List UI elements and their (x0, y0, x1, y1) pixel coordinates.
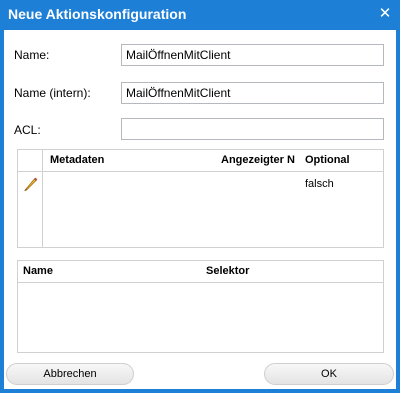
acl-input[interactable] (121, 118, 384, 140)
dialog-title: Neue Aktionskonfiguration (8, 6, 187, 22)
selector-grid-header: Name Selektor (18, 261, 383, 283)
column-header-name[interactable]: Name (23, 265, 193, 277)
dialog-body: Name: Name (intern): ACL: Metadaten Ange… (4, 30, 396, 359)
internal-name-input[interactable] (121, 82, 384, 104)
column-header-optional[interactable]: Optional (305, 154, 375, 166)
close-icon[interactable]: ✕ (376, 5, 394, 23)
acl-label: ACL: (14, 123, 41, 137)
dialog-window: Neue Aktionskonfiguration ✕ Name: Name (… (0, 0, 400, 393)
name-label: Name: (14, 48, 50, 62)
titlebar[interactable]: Neue Aktionskonfiguration ✕ (0, 0, 400, 30)
cancel-button[interactable]: Abbrechen (6, 363, 134, 385)
column-header-metadaten[interactable]: Metadaten (50, 154, 210, 166)
internal-name-label: Name (intern): (14, 86, 91, 100)
metadata-grid-header: Metadaten Angezeigter N Optional (18, 150, 383, 172)
name-input[interactable] (121, 44, 384, 66)
selector-grid: Name Selektor (17, 260, 384, 353)
column-header-selektor[interactable]: Selektor (206, 265, 376, 277)
ok-button[interactable]: OK (264, 363, 394, 385)
cell-optional: falsch (305, 178, 334, 190)
pencil-icon[interactable] (23, 176, 39, 192)
table-row[interactable]: falsch (18, 173, 383, 195)
column-header-angezeigter-name[interactable]: Angezeigter N (221, 154, 303, 166)
metadata-grid: Metadaten Angezeigter N Optional falsch (17, 149, 384, 248)
dialog-footer: Abbrechen OK (4, 359, 396, 389)
grid-column-divider (42, 150, 43, 247)
